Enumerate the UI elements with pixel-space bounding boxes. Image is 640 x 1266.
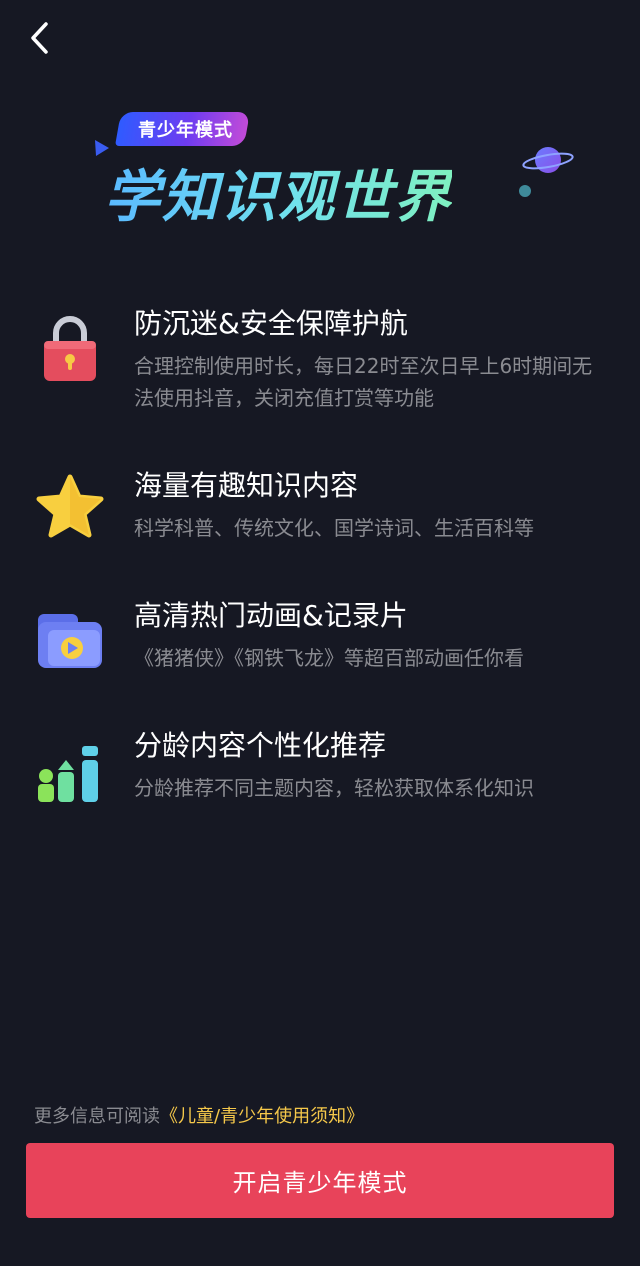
age-chart-icon: [34, 736, 106, 808]
planet-icon: [522, 147, 574, 173]
mode-badge-label: 青少年模式: [138, 120, 233, 141]
hero-title: 学知识观世界: [104, 152, 452, 233]
footer-note-text: 更多信息可阅读: [34, 1106, 160, 1127]
feature-title: 高清热门动画&记录片: [134, 599, 408, 632]
feature-description: 《猪猪侠》《钢铁飞龙》等超百部动画任你看: [134, 646, 524, 670]
mode-badge: 青少年模式: [115, 112, 250, 146]
hero-banner: 青少年模式 学知识观世界: [0, 100, 640, 250]
feature-title: 海量有趣知识内容: [134, 469, 359, 502]
star-icon: [34, 470, 106, 542]
enable-teen-mode-button[interactable]: 开启青少年模式: [26, 1143, 614, 1218]
lock-icon: [34, 312, 106, 384]
feature-description: 科学科普、传统文化、国学诗词、生活百科等: [134, 516, 534, 540]
moon-decoration-icon: [519, 185, 531, 197]
video-folder-icon: [34, 604, 106, 676]
usage-guide-link[interactable]: 《儿童/青少年使用须知》: [160, 1106, 364, 1127]
feature-title: 分龄内容个性化推荐: [134, 729, 387, 762]
feature-description: 合理控制使用时长，每日22时至次日早上6时期间无法使用抖音，关闭充值打赏等功能: [134, 354, 593, 410]
feature-title: 防沉迷&安全保障护航: [134, 307, 408, 340]
chevron-left-icon: [31, 22, 48, 54]
back-button[interactable]: [22, 20, 58, 56]
feature-description: 分龄推荐不同主题内容，轻松获取体系化知识: [134, 776, 534, 800]
footer-note: 更多信息可阅读《儿童/青少年使用须知》: [34, 1102, 364, 1132]
